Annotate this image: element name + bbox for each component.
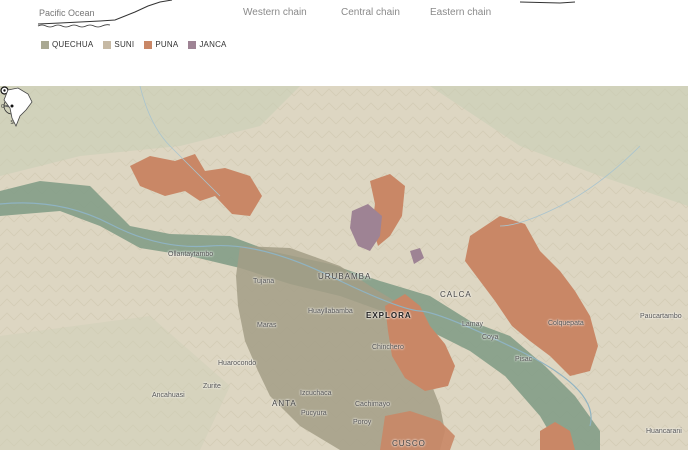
legend-label: PUNA xyxy=(155,40,179,49)
terrain-map[interactable]: URUBAMBA CALCA ANTA CUSCO Maras Huayllab… xyxy=(0,86,688,450)
central-chain-label: Central chain xyxy=(341,7,400,18)
zone-legend: QUECHUA SUNI PUNA JANCA xyxy=(41,40,227,49)
suni-swatch xyxy=(103,40,112,49)
place-huayllabamba[interactable]: Huayllabamba xyxy=(308,308,353,315)
legend-item-janca: JANCA xyxy=(188,40,226,49)
place-cachimayo[interactable]: Cachimayo xyxy=(355,401,390,408)
legend-item-puna: PUNA xyxy=(144,40,178,49)
place-coya[interactable]: Coya xyxy=(482,334,498,341)
eastern-slope-line xyxy=(519,1,576,4)
elevation-profile xyxy=(37,0,576,28)
place-chinchero[interactable]: Chinchero xyxy=(372,344,404,351)
quechua-swatch xyxy=(41,40,49,49)
place-ancahuasi[interactable]: Ancahuasi xyxy=(152,392,185,399)
place-izcuchaca[interactable]: Izcuchaca xyxy=(300,390,332,397)
place-pucyura[interactable]: Pucyura xyxy=(301,410,327,417)
profile-header: Pacific Ocean Western chain Central chai… xyxy=(0,0,688,86)
janca-swatch xyxy=(188,40,197,49)
legend-label: JANCA xyxy=(199,40,227,49)
place-paucartambo[interactable]: Paucartambo xyxy=(640,313,682,320)
legend-item-quechua: QUECHUA xyxy=(41,40,93,49)
legend-item-suni: SUNI xyxy=(103,40,134,49)
place-tujana[interactable]: Tujana xyxy=(253,278,274,285)
place-cusco[interactable]: CUSCO xyxy=(392,439,426,448)
place-pisac[interactable]: Pisac xyxy=(515,356,532,363)
place-zurite[interactable]: Zurite xyxy=(203,383,221,390)
legend-label: SUNI xyxy=(114,40,135,49)
ocean-label: Pacific Ocean xyxy=(39,8,95,18)
place-anta[interactable]: ANTA xyxy=(272,399,297,408)
place-huarocondo[interactable]: Huarocondo xyxy=(218,360,256,367)
legend-label: QUECHUA xyxy=(52,40,94,49)
place-colquepata[interactable]: Colquepata xyxy=(548,320,584,327)
south-america-inset-icon xyxy=(3,87,33,127)
place-huancarani[interactable]: Huancarani xyxy=(646,428,682,435)
western-chain-label: Western chain xyxy=(243,7,307,18)
place-maras[interactable]: Maras xyxy=(257,322,276,329)
explora-label[interactable]: EXPLORA xyxy=(366,311,412,320)
place-poroy[interactable]: Poroy xyxy=(353,419,371,426)
ocean-wave-line xyxy=(37,24,111,28)
place-ollantaytambo[interactable]: Ollantaytambo xyxy=(168,251,213,258)
puna-swatch xyxy=(144,40,153,49)
eastern-chain-label: Eastern chain xyxy=(430,7,492,18)
map-canvas xyxy=(0,86,688,450)
place-lamay[interactable]: Lamay xyxy=(462,321,483,328)
place-calca[interactable]: CALCA xyxy=(440,290,472,299)
place-urubamba[interactable]: URUBAMBA xyxy=(318,272,371,281)
